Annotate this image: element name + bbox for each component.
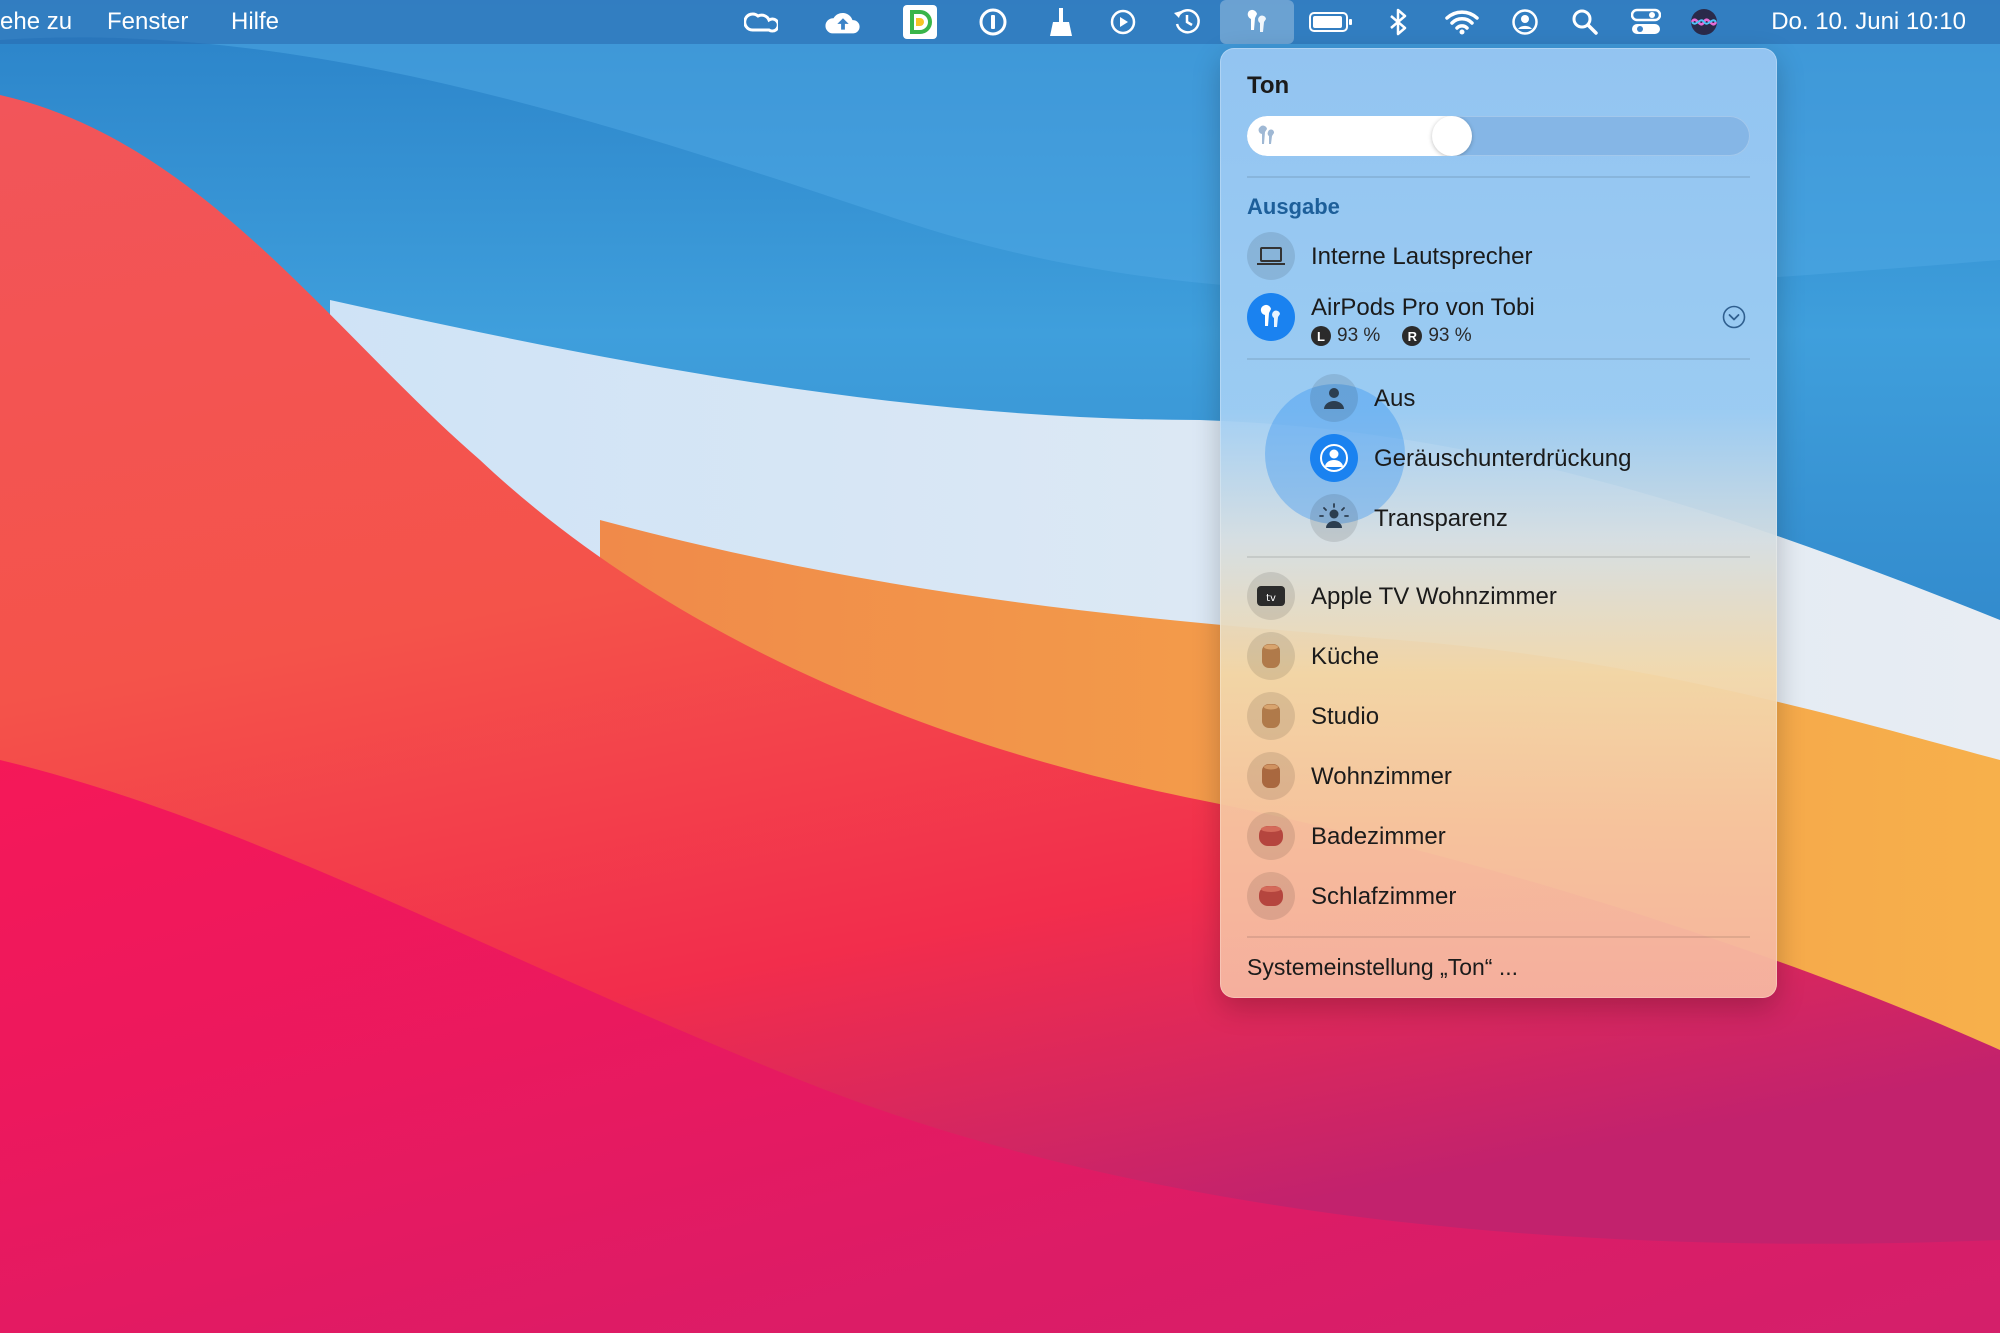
divider (1247, 936, 1750, 938)
noise-mode-off[interactable]: Aus (1310, 372, 1750, 424)
output-device-label: Interne Lautsprecher (1311, 243, 1533, 270)
output-device-label: Badezimmer (1311, 823, 1446, 850)
chevron-down-icon[interactable] (1722, 305, 1746, 329)
sound-menu-popover: Ton Ausgabe Interne Lautsprecher AirPods… (1220, 48, 1777, 998)
battery-icon[interactable] (1308, 4, 1354, 40)
desktop-wallpaper: ehe zu Fenster Hilfe Do. 10. Juni 10:10 … (0, 0, 2000, 1333)
output-device-label: Schlafzimmer (1311, 883, 1457, 910)
menu-window[interactable]: Fenster (107, 8, 188, 36)
person-icon (1310, 374, 1358, 422)
onepassword-icon[interactable] (975, 4, 1011, 40)
right-earbud-battery: 93 % (1428, 325, 1472, 346)
transparency-icon (1310, 494, 1358, 542)
output-device-studio[interactable]: Studio (1247, 690, 1750, 742)
homepod-mini-icon (1247, 692, 1295, 740)
cloud-upload-icon[interactable] (825, 4, 861, 40)
sound-preferences-link[interactable]: Systemeinstellung „Ton“ ... (1247, 954, 1518, 981)
divider (1247, 358, 1750, 360)
creative-cloud-icon[interactable] (743, 4, 779, 40)
output-device-label: Studio (1311, 703, 1380, 730)
divider (1247, 176, 1750, 178)
menu-help[interactable]: Hilfe (231, 8, 279, 36)
noise-mode-label: Aus (1374, 385, 1416, 412)
noise-mode-cancellation[interactable]: Geräuschunterdrückung (1310, 432, 1750, 484)
output-device-label: Apple TV Wohnzimmer (1311, 583, 1557, 610)
output-device-apple-tv[interactable]: tv Apple TV Wohnzimmer (1247, 570, 1750, 622)
apple-tv-icon: tv (1247, 572, 1295, 620)
wifi-icon[interactable] (1444, 4, 1480, 40)
output-device-label: Wohnzimmer (1311, 763, 1452, 790)
dictionary-app-icon[interactable] (902, 4, 938, 40)
spotlight-search-icon[interactable] (1567, 4, 1603, 40)
airpods-icon (1258, 125, 1275, 144)
noise-cancellation-icon (1310, 434, 1358, 482)
right-earbud-badge: R (1402, 326, 1423, 346)
airpods-name: AirPods Pro von Tobi (1311, 294, 1535, 321)
left-earbud-battery: 93 % (1337, 325, 1381, 346)
time-machine-icon[interactable] (1169, 4, 1205, 40)
output-device-label: Küche (1311, 643, 1380, 670)
output-section-label: Ausgabe (1247, 194, 1340, 219)
volume-slider-knob[interactable] (1432, 116, 1472, 156)
siri-icon[interactable] (1686, 4, 1722, 40)
volume-slider[interactable] (1247, 116, 1750, 156)
homepod-icon (1247, 812, 1295, 860)
bluetooth-icon[interactable] (1380, 4, 1416, 40)
output-device-airpods[interactable]: AirPods Pro von Tobi L 93 % R 93 % (1247, 291, 1750, 347)
svg-text:tv: tv (1266, 593, 1276, 604)
control-center-icon[interactable] (1628, 4, 1664, 40)
airpods-battery-status: L 93 % R 93 % (1311, 325, 1472, 347)
laptop-icon (1247, 232, 1295, 280)
user-account-icon[interactable] (1507, 4, 1543, 40)
output-device-bathroom[interactable]: Badezimmer (1247, 810, 1750, 862)
airpods-icon[interactable] (1239, 4, 1275, 40)
menu-bar-clock[interactable]: Do. 10. Juni 10:10 (1771, 8, 1966, 36)
left-earbud-badge: L (1311, 326, 1331, 346)
homepod-mini-icon (1247, 632, 1295, 680)
homepod-icon (1247, 872, 1295, 920)
divider (1247, 556, 1750, 558)
output-device-living-room[interactable]: Wohnzimmer (1247, 750, 1750, 802)
noise-mode-transparency[interactable]: Transparenz (1310, 492, 1750, 544)
play-circle-icon[interactable] (1105, 4, 1141, 40)
output-device-internal-speakers[interactable]: Interne Lautsprecher (1247, 230, 1750, 282)
airpods-icon (1247, 293, 1295, 341)
homepod-mini-icon (1247, 752, 1295, 800)
output-device-kitchen[interactable]: Küche (1247, 630, 1750, 682)
menu-bar: ehe zu Fenster Hilfe Do. 10. Juni 10:10 (0, 0, 2000, 44)
cleaner-icon[interactable] (1043, 4, 1079, 40)
noise-mode-label: Geräuschunterdrückung (1374, 445, 1632, 472)
menu-go[interactable]: ehe zu (0, 8, 72, 36)
output-device-bedroom[interactable]: Schlafzimmer (1247, 870, 1750, 922)
noise-mode-label: Transparenz (1374, 505, 1508, 532)
sound-menu-title: Ton (1247, 72, 1290, 99)
